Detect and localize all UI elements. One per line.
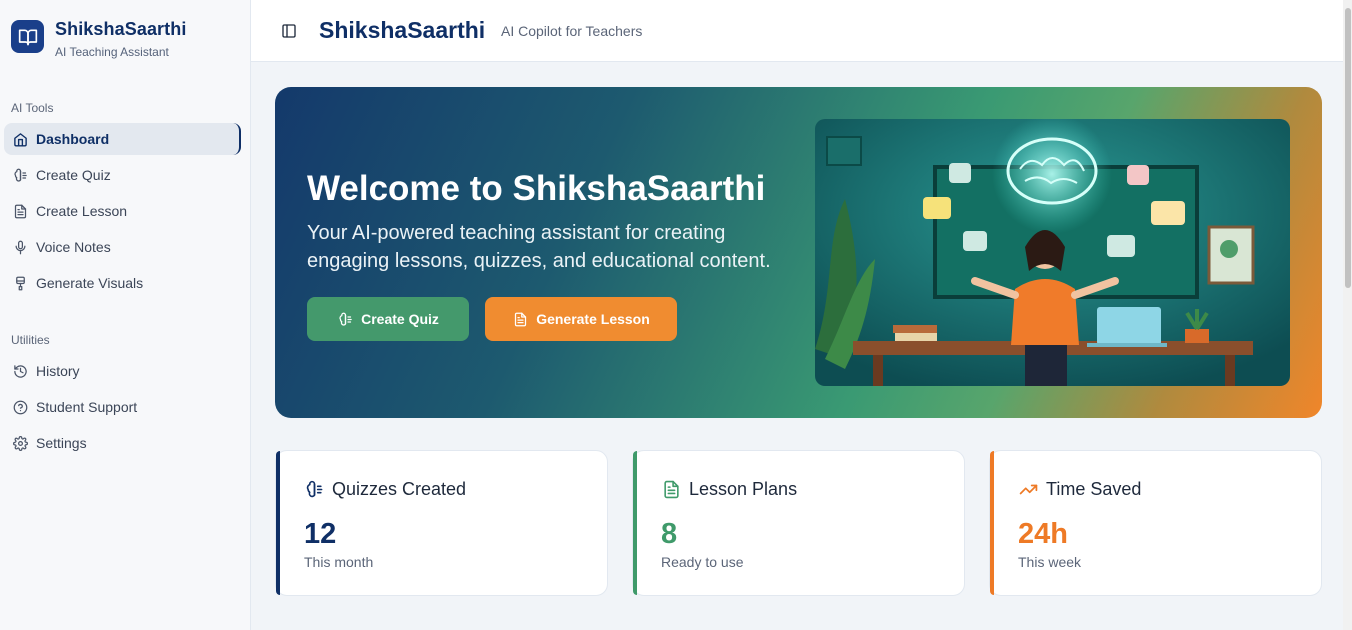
stat-card-time-saved: Time Saved 24h This week xyxy=(989,450,1322,596)
stat-card-value: 24h xyxy=(1018,518,1068,550)
stat-card-subtitle: This week xyxy=(1018,554,1082,570)
brand-subtitle: AI Teaching Assistant xyxy=(55,45,169,59)
create-quiz-button[interactable]: Create Quiz xyxy=(307,297,469,341)
brand-name: ShikshaSaarthi xyxy=(55,19,187,39)
create-quiz-button-label: Create Quiz xyxy=(361,311,439,327)
trending-up-icon xyxy=(1018,480,1038,500)
top-header: ShikshaSaarthi AI Copilot for Teachers xyxy=(251,0,1352,62)
document-icon xyxy=(12,203,28,219)
sidebar-item-label: Voice Notes xyxy=(36,239,111,255)
stat-card-value: 12 xyxy=(304,518,337,550)
sidebar-item-student-support[interactable]: Student Support xyxy=(4,391,241,423)
stat-card-accent xyxy=(990,451,994,595)
stat-card-title: Quizzes Created xyxy=(332,479,467,499)
stat-card-accent xyxy=(633,451,637,595)
document-icon xyxy=(661,480,681,500)
sidebar: ShikshaSaarthi AI Teaching Assistant AI … xyxy=(0,0,251,630)
brain-icon xyxy=(337,311,353,327)
scrollbar-thumb[interactable] xyxy=(1345,8,1351,288)
help-circle-icon xyxy=(12,399,28,415)
brand[interactable]: ShikshaSaarthi AI Teaching Assistant xyxy=(11,19,187,59)
stat-card-subtitle: Ready to use xyxy=(661,554,744,570)
sidebar-item-generate-visuals[interactable]: Generate Visuals xyxy=(4,267,241,299)
sidebar-item-create-lesson[interactable]: Create Lesson xyxy=(4,195,241,227)
stat-card-accent xyxy=(276,451,280,595)
brush-icon xyxy=(12,275,28,291)
sidebar-item-label: Settings xyxy=(36,435,87,451)
page-title: ShikshaSaarthi xyxy=(319,17,486,43)
brain-icon xyxy=(12,167,28,183)
gear-icon xyxy=(12,435,28,451)
nav-group-label-ai-tools: AI Tools xyxy=(11,101,54,115)
generate-lesson-button-label: Generate Lesson xyxy=(536,311,650,327)
teacher-illustration xyxy=(815,119,1290,386)
sidebar-item-dashboard[interactable]: Dashboard xyxy=(4,123,241,155)
brain-icon xyxy=(304,480,324,500)
stat-card-value: 8 xyxy=(661,518,678,550)
sidebar-item-voice-notes[interactable]: Voice Notes xyxy=(4,231,241,263)
sidebar-item-history[interactable]: History xyxy=(4,355,241,387)
welcome-hero: Welcome to ShikshaSaarthi Your AI-powere… xyxy=(275,87,1322,418)
stat-card-lesson-plans: Lesson Plans 8 Ready to use xyxy=(632,450,965,596)
sidebar-item-label: Create Lesson xyxy=(36,203,128,219)
sidebar-item-label: Student Support xyxy=(36,399,138,415)
sidebar-item-create-quiz[interactable]: Create Quiz xyxy=(4,159,241,191)
hero-description: Your AI-powered teaching assistant for c… xyxy=(307,222,771,272)
generate-lesson-button[interactable]: Generate Lesson xyxy=(485,297,677,341)
microphone-icon xyxy=(12,239,28,255)
sidebar-item-label: Generate Visuals xyxy=(36,275,144,291)
history-icon xyxy=(12,363,28,379)
stat-card-subtitle: This month xyxy=(304,554,374,570)
home-icon xyxy=(12,131,28,147)
stat-card-quizzes: Quizzes Created 12 This month xyxy=(275,450,608,596)
sidebar-item-label: History xyxy=(36,363,80,379)
stat-card-title: Time Saved xyxy=(1046,479,1142,499)
sidebar-toggle-icon[interactable] xyxy=(281,23,297,39)
document-icon xyxy=(512,311,528,327)
nav-group-label-utilities: Utilities xyxy=(11,333,50,347)
sidebar-item-settings[interactable]: Settings xyxy=(4,427,241,459)
sidebar-item-label: Dashboard xyxy=(36,131,110,147)
sidebar-item-label: Create Quiz xyxy=(36,167,111,183)
page-subtitle: AI Copilot for Teachers xyxy=(501,23,643,39)
hero-title: Welcome to ShikshaSaarthi xyxy=(307,169,766,208)
stat-card-title: Lesson Plans xyxy=(689,479,798,499)
book-open-icon xyxy=(11,20,44,53)
